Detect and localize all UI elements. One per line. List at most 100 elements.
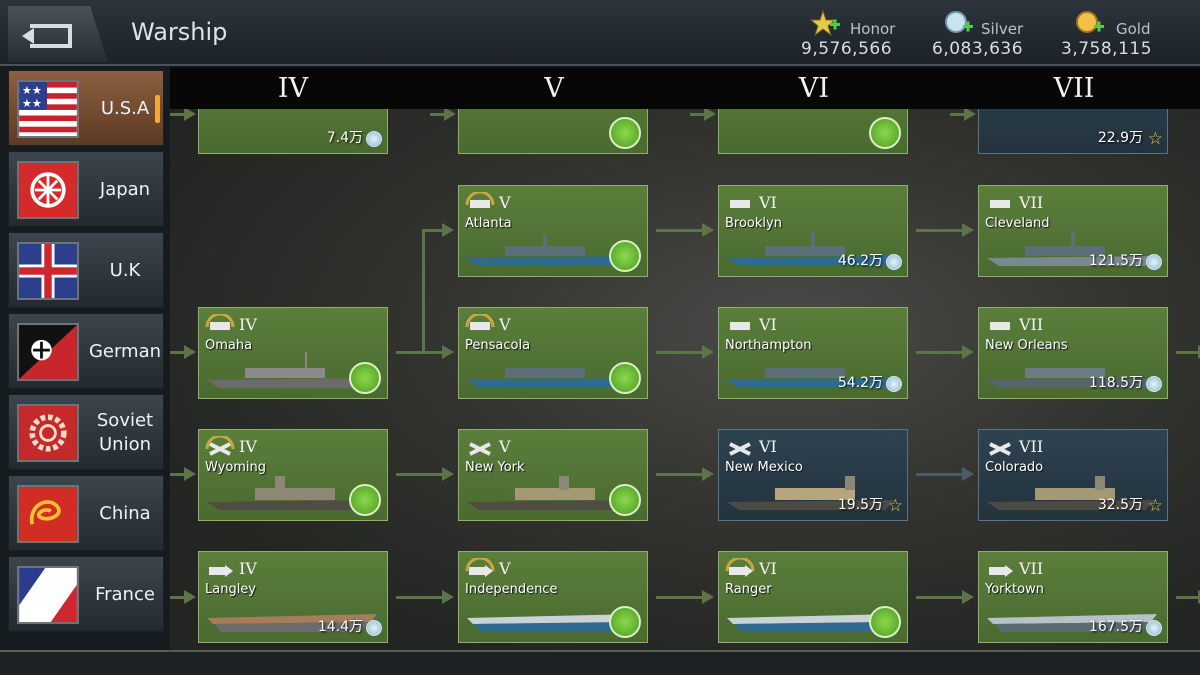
silver-label: Silver — [981, 20, 1024, 38]
battleship-class-icon — [729, 442, 751, 456]
ship-card-cleveland[interactable]: VII Cleveland 121.5万 — [978, 185, 1168, 277]
ship-price: 7.4万 — [326, 130, 363, 146]
battleship-class-icon — [989, 442, 1011, 456]
owned-check-icon — [349, 362, 381, 394]
uk-flag-icon — [17, 242, 79, 300]
ship-name: Brooklyn — [725, 216, 782, 231]
svg-text:★★: ★★ — [22, 97, 42, 110]
ship-tier: VI — [759, 315, 777, 334]
gold-amount: 3,758,115 — [1061, 39, 1153, 59]
silver-coin-icon — [1146, 376, 1162, 392]
nation-tab-german[interactable]: German — [8, 313, 164, 389]
ship-card-atlanta[interactable]: V Atlanta — [458, 185, 648, 277]
silver-coin-icon — [886, 376, 902, 392]
nation-tab-uk[interactable]: U.K — [8, 232, 164, 308]
nation-label: Soviet Union — [96, 410, 154, 455]
silver-coin-icon — [366, 620, 382, 636]
ship-name: Omaha — [205, 338, 253, 353]
ship-tier: VII — [1019, 315, 1044, 334]
ship-tier: IV — [239, 437, 257, 456]
ship-name: Yorktown — [985, 582, 1044, 597]
honor-label: Honor — [850, 20, 896, 38]
owned-check-icon — [869, 117, 901, 149]
ship-card-pensacola[interactable]: V Pensacola — [458, 307, 648, 399]
ship-name: Northampton — [725, 338, 812, 353]
nation-tab-japan[interactable]: Japan — [8, 151, 164, 227]
tech-tree: 7.4万 22.9万 ☆ IV V VI VII V Atlanta VI Br… — [170, 68, 1200, 650]
ship-name: Pensacola — [465, 338, 531, 353]
cruiser-class-icon — [730, 322, 750, 330]
star-icon: ☆ — [887, 496, 903, 516]
soviet-gear-icon — [17, 404, 79, 462]
ship-card-colorado[interactable]: VII Colorado 32.5万 ☆ — [978, 429, 1168, 521]
ship-name: Atlanta — [465, 216, 512, 231]
ship-name: New Mexico — [725, 460, 803, 475]
ship-name: Colorado — [985, 460, 1044, 475]
france-flag-icon — [17, 566, 79, 624]
ship-price: 46.2万 — [837, 253, 883, 269]
ship-card-ranger[interactable]: VI Ranger — [718, 551, 908, 643]
ship-card-new-orleans[interactable]: VII New Orleans 118.5万 — [978, 307, 1168, 399]
silver-amount: 6,083,636 — [932, 39, 1024, 59]
tier-header: IV V VI VII — [170, 68, 1200, 109]
silver-coin-icon — [945, 11, 973, 33]
battleship-class-icon — [205, 436, 235, 456]
nation-tab-france[interactable]: France — [8, 556, 164, 632]
ship-price: 14.4万 — [317, 619, 363, 635]
ship-tier: VI — [759, 559, 777, 578]
honor-star-icon — [810, 10, 840, 37]
ship-card-independence[interactable]: V Independence — [458, 551, 648, 643]
owned-check-icon — [609, 240, 641, 272]
nation-tab-soviet-union[interactable]: Soviet Union — [8, 394, 164, 470]
cruiser-class-icon — [990, 200, 1010, 208]
ship-tier: VI — [759, 437, 777, 456]
ship-tier: VII — [1019, 437, 1044, 456]
tier-label: IV — [277, 73, 309, 104]
tier-label: V — [544, 73, 564, 104]
top-bar: Warship Honor 9,576,566 Silver 6,083,636… — [0, 0, 1200, 66]
ship-name: Wyoming — [205, 460, 267, 475]
ship-name: Cleveland — [985, 216, 1050, 231]
gold-label: Gold — [1116, 20, 1151, 38]
ship-name: Langley — [205, 582, 257, 597]
ship-card-langley[interactable]: IV Langley 14.4万 — [198, 551, 388, 643]
nation-tab-china[interactable]: China — [8, 475, 164, 551]
ship-tier: VI — [759, 193, 777, 212]
ship-tier: VII — [1019, 193, 1044, 212]
ship-name: New Orleans — [985, 338, 1068, 353]
ship-card-northampton[interactable]: VI Northampton 54.2万 — [718, 307, 908, 399]
china-dragon-icon — [17, 485, 79, 543]
ship-card-yorktown[interactable]: VII Yorktown 167.5万 — [978, 551, 1168, 643]
carrier-class-icon — [465, 558, 495, 577]
silver-coin-icon — [1146, 620, 1162, 636]
nation-tab-usa[interactable]: ★★ ★★ U.S.A — [8, 70, 164, 146]
back-button[interactable] — [8, 6, 108, 62]
tier-label: VII — [1053, 73, 1095, 104]
carrier-class-icon — [989, 565, 1013, 577]
ship-name: Independence — [465, 582, 558, 597]
cruiser-class-icon — [205, 314, 235, 330]
ship-card-new-york[interactable]: V New York — [458, 429, 648, 521]
ship-tier: IV — [239, 315, 257, 334]
nation-label: German — [88, 341, 162, 362]
battleship-class-icon — [469, 442, 491, 456]
ship-price: 32.5万 — [1097, 497, 1143, 513]
ship-card-omaha[interactable]: IV Omaha — [198, 307, 388, 399]
cruiser-class-icon — [465, 192, 495, 208]
page-title: Warship — [131, 18, 228, 46]
ship-card-brooklyn[interactable]: VI Brooklyn 46.2万 — [718, 185, 908, 277]
ship-price: 167.5万 — [1088, 619, 1143, 635]
ship-card-wyoming[interactable]: IV Wyoming — [198, 429, 388, 521]
ship-tier: V — [499, 315, 511, 334]
ship-name: Ranger — [725, 582, 772, 597]
tier-label: VI — [798, 73, 830, 104]
owned-check-icon — [609, 362, 641, 394]
nation-label: China — [99, 503, 151, 524]
carrier-class-icon — [725, 558, 755, 577]
owned-check-icon — [609, 606, 641, 638]
star-icon: ☆ — [1147, 129, 1163, 149]
silver-coin-icon — [886, 254, 902, 270]
silver-coin-icon — [366, 131, 382, 147]
ship-card-new-mexico[interactable]: VI New Mexico 19.5万 ☆ — [718, 429, 908, 521]
ship-tier: V — [499, 437, 511, 456]
